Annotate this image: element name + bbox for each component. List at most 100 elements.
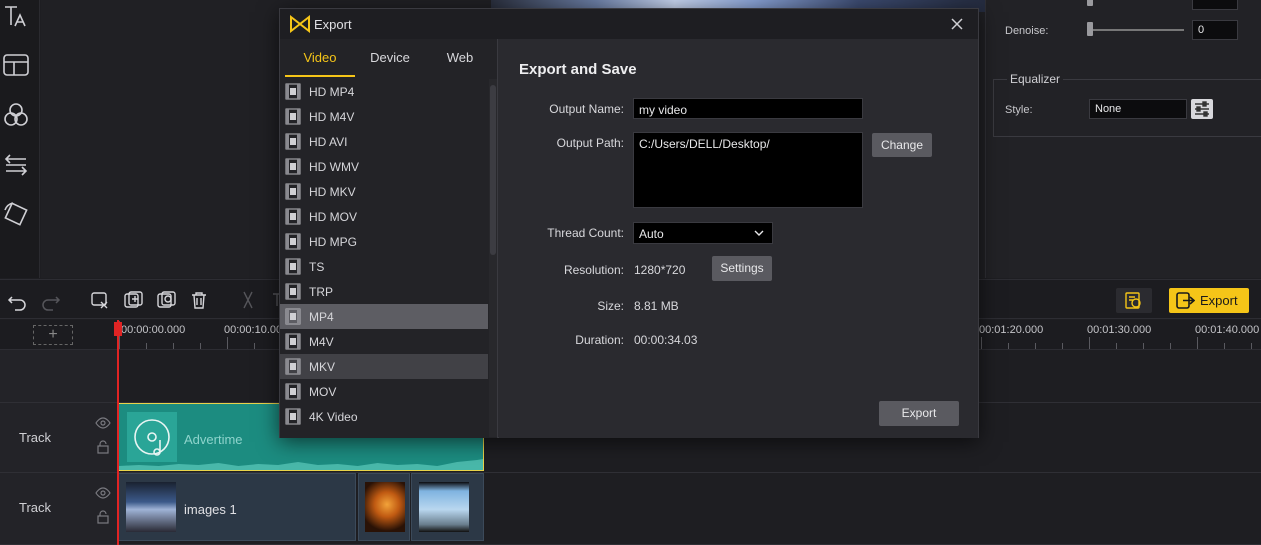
close-icon[interactable] [947, 14, 967, 34]
delete-clip-icon[interactable] [89, 289, 111, 311]
visibility-eye-icon[interactable] [95, 417, 111, 429]
format-item[interactable]: HD MP4 [280, 79, 488, 104]
format-item[interactable]: 4K Video [280, 404, 488, 429]
ruler-tick [146, 343, 147, 349]
output-path-input[interactable]: C:/Users/DELL/Desktop/ [633, 132, 863, 208]
format-item[interactable]: MKV [280, 354, 488, 379]
export-icon [1176, 292, 1195, 309]
format-item[interactable]: HD AVI [280, 129, 488, 154]
export-toolbar-button[interactable]: Export [1169, 288, 1249, 313]
denoise-slider-track[interactable] [1089, 29, 1184, 31]
format-item[interactable]: HD MKV [280, 179, 488, 204]
ruler-time-3: 00:01:30.000 [1087, 324, 1152, 336]
export-settings-panel: Export and Save Output Name: my video Ou… [499, 39, 978, 438]
add-clip-icon[interactable] [122, 289, 144, 311]
unlock-icon[interactable] [97, 440, 109, 454]
format-item[interactable]: HD M4V [280, 104, 488, 129]
dialog-titlebar[interactable]: Export [280, 9, 978, 39]
tab-web[interactable]: Web [425, 39, 495, 77]
fade-slider-thumb[interactable] [1087, 0, 1093, 6]
format-list[interactable]: HD MP4 HD M4V HD AVI HD WMV HD MKV HD MOV HD M… [280, 79, 488, 437]
denoise-slider-thumb[interactable] [1087, 22, 1093, 36]
format-item[interactable]: HD MOV [280, 204, 488, 229]
format-item-label: HD MKV [309, 185, 356, 199]
ruler-tick [981, 337, 982, 349]
style-select[interactable]: None [1089, 99, 1187, 119]
resolution-settings-button[interactable]: Settings [712, 256, 772, 281]
format-list-scrollbar[interactable] [489, 79, 497, 437]
equalizer-title: Equalizer [1007, 72, 1064, 86]
ruler-time-4: 00:01:40.000 [1195, 324, 1260, 336]
text-tool-icon[interactable] [2, 2, 30, 30]
video-file-icon [285, 233, 301, 250]
sliders-icon [1195, 101, 1209, 117]
image-clip-3[interactable] [411, 473, 484, 541]
undo-icon[interactable] [6, 289, 28, 311]
ruler-tick [1197, 337, 1198, 349]
playhead[interactable] [117, 320, 119, 545]
format-item[interactable]: HD WMV [280, 154, 488, 179]
ruler-time-2: 00:01:20.000 [979, 324, 1044, 336]
add-track-button[interactable]: + [33, 325, 73, 345]
format-item[interactable]: HD MPG [280, 229, 488, 254]
visibility-eye-icon[interactable] [95, 487, 111, 499]
image-clip-2[interactable] [358, 473, 410, 541]
image-clip-1[interactable]: images 1 [118, 473, 356, 541]
export-toolbar-label: Export [1200, 293, 1238, 308]
ruler-tick [1008, 343, 1009, 349]
copy-clip-icon[interactable] [155, 289, 177, 311]
ruler-tick [1062, 343, 1063, 349]
format-item-label: HD MPG [309, 235, 357, 249]
ruler-tick [200, 343, 201, 349]
video-file-icon [285, 108, 301, 125]
cut-icon[interactable] [237, 289, 259, 311]
output-path-label: Output Path: [556, 136, 624, 150]
ruler-tick [1170, 343, 1171, 349]
format-item[interactable]: MP4 [280, 304, 488, 329]
export-dialog: Export Video Device Web HD MP4 HD M4V HD A… [279, 8, 979, 438]
playhead-handle[interactable] [114, 322, 122, 336]
unlock-icon[interactable] [97, 510, 109, 524]
app-logo-icon [290, 15, 310, 33]
export-confirm-button[interactable]: Export [879, 401, 959, 426]
audio-clip-thumbnail [127, 412, 177, 462]
audio-clip-name: Advertime [184, 432, 243, 447]
video-file-icon [285, 308, 301, 325]
audio-track-label: Track [19, 430, 52, 445]
scrollbar-thumb[interactable] [490, 85, 496, 255]
style-label: Style: [1005, 104, 1033, 116]
tab-video[interactable]: Video [285, 39, 355, 77]
duration-label: Duration: [575, 333, 624, 347]
change-path-button[interactable]: Change [872, 133, 932, 157]
format-item[interactable]: TS [280, 254, 488, 279]
landscape-thumbnail [419, 482, 469, 532]
denoise-value-box[interactable]: 0 [1192, 20, 1238, 40]
redo-icon[interactable] [40, 289, 62, 311]
ruler-tick [173, 343, 174, 349]
duration-value: 00:00:34.03 [634, 333, 698, 347]
output-name-input[interactable]: my video [633, 98, 863, 119]
tab-device[interactable]: Device [355, 39, 425, 77]
filters-tool-icon[interactable] [2, 101, 30, 129]
sunset-thumbnail [365, 482, 405, 532]
equalizer-settings-button[interactable] [1191, 99, 1213, 119]
thread-count-select[interactable]: Auto [633, 222, 773, 244]
format-item[interactable]: TRP [280, 279, 488, 304]
layout-tool-icon[interactable] [2, 51, 30, 79]
render-settings-button[interactable] [1116, 288, 1152, 313]
format-panel: Video Device Web HD MP4 HD M4V HD AVI HD WM… [280, 39, 498, 438]
rotate-tool-icon[interactable] [2, 200, 30, 228]
format-item[interactable]: MOV [280, 379, 488, 404]
ruler-tick [1035, 343, 1036, 349]
fade-value-box[interactable] [1192, 0, 1238, 10]
format-item-label: HD MP4 [309, 85, 355, 99]
image-track-header: Track [0, 473, 117, 545]
render-gear-icon [1125, 292, 1141, 309]
ruler-tick [254, 343, 255, 349]
trash-icon[interactable] [188, 289, 210, 311]
audio-waveform [119, 459, 483, 470]
size-label: Size: [597, 299, 624, 313]
format-item[interactable]: M4V [280, 329, 488, 354]
transitions-tool-icon[interactable] [2, 151, 30, 179]
thread-count-value: Auto [639, 227, 664, 241]
